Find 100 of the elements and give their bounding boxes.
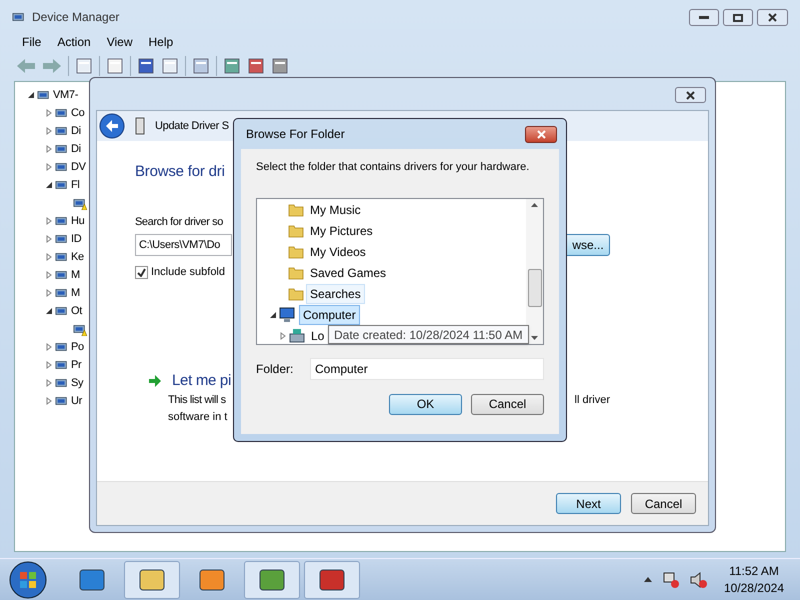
tree-item[interactable]: M — [71, 284, 80, 302]
tree-item[interactable]: Fl — [71, 176, 80, 194]
default-button[interactable]: OK — [389, 394, 462, 414]
tree-item[interactable]: Pr — [71, 356, 82, 374]
close-button[interactable] — [525, 126, 557, 142]
path-field[interactable]: C:\Users\VM7\Do — [135, 234, 232, 256]
scrollbar[interactable] — [526, 198, 543, 344]
tree-item[interactable]: Ke — [71, 248, 84, 266]
maximize-button[interactable] — [723, 9, 753, 26]
collapsed-arrow-icon[interactable] — [45, 379, 53, 387]
wizard-heading: Browse for dri — [135, 162, 225, 182]
device-icon — [55, 376, 69, 390]
folder-tree-item[interactable]: Searches — [306, 284, 365, 304]
collapsed-arrow-icon[interactable] — [45, 289, 53, 297]
back-button-icon[interactable] — [99, 113, 125, 139]
menu-item[interactable]: View — [106, 32, 132, 50]
collapsed-arrow-icon[interactable] — [45, 145, 53, 153]
device-icon — [55, 178, 69, 192]
minimize-icon — [699, 16, 709, 20]
option-title[interactable]: Let me pi — [172, 370, 231, 392]
tree-item[interactable]: Ot — [71, 302, 82, 320]
minimize-button[interactable] — [689, 9, 719, 26]
network-icon[interactable] — [662, 570, 680, 588]
tree-item[interactable]: Di — [71, 140, 81, 158]
folder-tree-item[interactable]: My Videos — [306, 242, 370, 262]
muted-speaker-icon[interactable] — [690, 570, 708, 588]
collapsed-arrow-icon[interactable] — [45, 217, 53, 225]
field-label: Folder: — [256, 360, 294, 378]
checkbox[interactable] — [135, 266, 148, 279]
tree-item[interactable]: ID — [71, 230, 82, 248]
device-icon — [55, 214, 69, 228]
collapsed-arrow-icon[interactable] — [279, 332, 287, 340]
tree-item[interactable]: Hu — [71, 212, 84, 230]
dialog-button[interactable]: Cancel — [631, 493, 696, 514]
menu-item[interactable]: Help — [148, 32, 174, 50]
tree-item[interactable]: VM7- — [53, 86, 78, 104]
tree-item[interactable]: Sy — [71, 374, 84, 392]
close-icon — [686, 90, 695, 100]
menu-item[interactable]: File — [22, 32, 42, 50]
tree-item[interactable]: Po — [71, 338, 84, 356]
tree-item[interactable]: Di — [71, 122, 81, 140]
arrow-icon[interactable] — [148, 374, 162, 387]
collapsed-arrow-icon[interactable] — [45, 109, 53, 117]
tree-item[interactable]: Ur — [71, 392, 82, 410]
option-description: software in t — [168, 410, 228, 424]
tree-item[interactable]: M — [71, 266, 80, 284]
drive-icon — [289, 328, 305, 344]
option-description: This list will s — [168, 393, 226, 408]
computer-icon — [279, 307, 297, 323]
app-icon — [138, 566, 166, 592]
app-icon — [318, 566, 346, 592]
expanded-arrow-icon[interactable] — [45, 307, 53, 315]
folder-tree-item[interactable]: My Pictures — [306, 221, 377, 241]
field-label: Search for driver so — [135, 214, 223, 230]
tree-item[interactable]: DV — [71, 158, 86, 176]
collapsed-arrow-icon[interactable] — [45, 361, 53, 369]
app-icon — [258, 566, 286, 592]
taskbar-app[interactable] — [244, 560, 300, 598]
panel-icon[interactable] — [75, 57, 93, 75]
panel-icon[interactable] — [161, 57, 179, 75]
collapsed-arrow-icon[interactable] — [45, 163, 53, 171]
close-button[interactable] — [675, 87, 706, 103]
dialog-button[interactable]: Cancel — [471, 394, 544, 414]
scroll-down-icon[interactable] — [531, 336, 538, 340]
menu-item[interactable]: Action — [57, 32, 91, 50]
device-icon — [55, 142, 69, 156]
device-icon — [37, 88, 51, 102]
expanded-arrow-icon[interactable] — [45, 181, 53, 189]
device-icon — [55, 232, 69, 246]
expanded-arrow-icon[interactable] — [27, 91, 35, 99]
default-button[interactable]: Next — [556, 493, 621, 514]
app-icon — [198, 566, 226, 592]
tree-item[interactable]: Co — [71, 104, 84, 122]
dialog-prompt: Select the folder that contains drivers for your hardware. — [256, 160, 530, 175]
device-icon — [55, 124, 69, 138]
device-icon — [55, 394, 69, 408]
folder-tree-item[interactable]: My Music — [306, 200, 365, 220]
collapsed-arrow-icon[interactable] — [45, 235, 53, 243]
show-hidden-icons-icon[interactable] — [644, 577, 652, 582]
dialog-title: Browse For Folder — [246, 126, 345, 143]
folder-tree-item[interactable]: Computer — [299, 305, 360, 325]
device-icon — [55, 250, 69, 264]
collapsed-arrow-icon[interactable] — [45, 343, 53, 351]
browse-button[interactable]: wse... — [566, 234, 610, 256]
collapsed-arrow-icon[interactable] — [45, 127, 53, 135]
close-icon — [536, 130, 546, 138]
taskbar-app[interactable] — [124, 560, 180, 598]
close-button[interactable] — [757, 9, 788, 26]
folder-tree-item[interactable]: Saved Games — [306, 263, 390, 283]
collapsed-arrow-icon[interactable] — [45, 253, 53, 261]
taskbar-app[interactable] — [304, 560, 360, 598]
scroll-thumb[interactable] — [528, 268, 542, 306]
collapsed-arrow-icon[interactable] — [45, 271, 53, 279]
folder-field[interactable]: Computer — [310, 358, 544, 380]
scroll-up-icon[interactable] — [531, 202, 538, 206]
clock[interactable]: 11:52 AM 10/28/2024 — [724, 562, 784, 596]
start-button-icon[interactable] — [8, 560, 48, 600]
expanded-arrow-icon[interactable] — [269, 311, 277, 319]
collapsed-arrow-icon[interactable] — [45, 397, 53, 405]
folder-tree-item[interactable]: Lo — [307, 326, 328, 344]
